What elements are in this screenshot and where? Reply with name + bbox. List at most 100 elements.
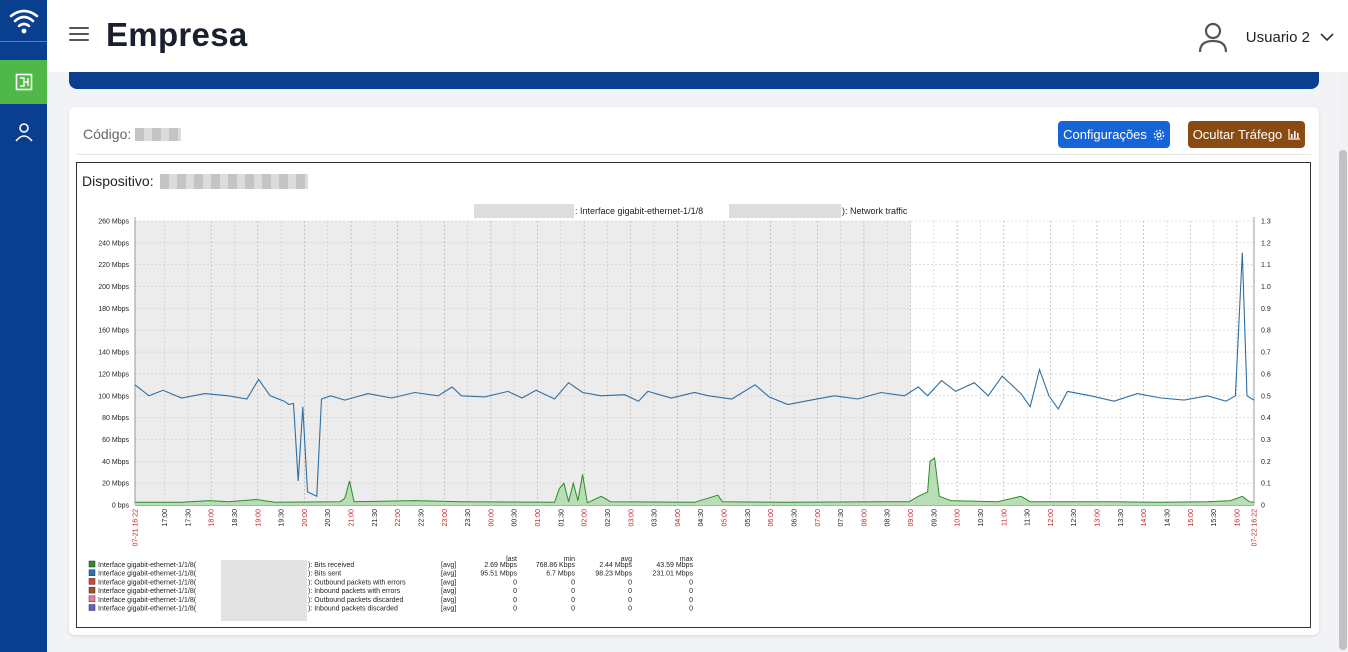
sidebar-item-network[interactable] xyxy=(0,60,47,104)
x-tick-label: 04:00 xyxy=(675,509,682,527)
x-tick-label: 14:30 xyxy=(1164,509,1171,527)
legend-swatch xyxy=(88,604,96,611)
user-menu[interactable]: Usuario 2 xyxy=(1198,20,1334,54)
gear-icon xyxy=(1153,129,1165,140)
network-traffic-chart: : Interface gigabit-ethernet-1/1/8): Net… xyxy=(88,204,1271,621)
redacted-legend-ids xyxy=(221,560,307,621)
y2-tick-label: 0.4 xyxy=(1261,415,1271,422)
legend-min: 0 xyxy=(571,588,575,595)
chart-title-end: ): Network traffic xyxy=(842,206,908,216)
legend-avg: 0 xyxy=(628,579,632,586)
legend-avg: 98.23 Mbps xyxy=(595,571,632,578)
legend-swatch xyxy=(88,586,96,594)
legend-avg: 0 xyxy=(628,597,632,604)
legend-last: 0 xyxy=(513,579,517,586)
legend-avg: 0 xyxy=(628,588,632,595)
x-tick-label: 07-22 16:22 xyxy=(1252,509,1259,546)
legend-suffix: ): Inbound packets with errors xyxy=(308,588,401,595)
legend-suffix: ): Outbound packets with errors xyxy=(308,579,406,586)
x-tick-label: 12:00 xyxy=(1048,509,1055,527)
x-tick-label: 01:00 xyxy=(535,509,542,527)
configuracoes-label: Configurações xyxy=(1063,127,1147,142)
bar-chart-icon xyxy=(1288,129,1301,140)
y-tick-label: 0 bps xyxy=(112,503,130,510)
y2-tick-label: 0.8 xyxy=(1261,328,1271,335)
user-icon xyxy=(14,123,33,142)
device-graph-box: Dispositivo: : Interface gigabit-etherne… xyxy=(76,162,1311,628)
x-tick-label: 02:30 xyxy=(605,509,612,527)
menu-toggle-icon[interactable] xyxy=(69,27,89,43)
y2-tick-label: 0.6 xyxy=(1261,371,1271,378)
x-tick-label: 17:30 xyxy=(185,509,192,527)
x-tick-label: 09:00 xyxy=(908,509,915,527)
x-tick-label: 16:00 xyxy=(1234,509,1241,527)
legend-min: 768.86 Kbps xyxy=(536,562,576,569)
y2-tick-label: 1.2 xyxy=(1261,240,1271,247)
sidebar-item-user[interactable] xyxy=(0,110,47,154)
top-header: Empresa Usuario 2 xyxy=(47,0,1348,72)
y-tick-label: 260 Mbps xyxy=(98,219,129,226)
legend-last: 95.51 Mbps xyxy=(480,571,517,578)
legend-min: 0 xyxy=(571,606,575,613)
legend-avg: 2.44 Mbps xyxy=(599,562,632,569)
y-tick-label: 220 Mbps xyxy=(98,262,129,269)
x-tick-label: 02:00 xyxy=(582,509,589,527)
logo[interactable] xyxy=(0,0,47,42)
x-tick-label: 00:30 xyxy=(512,509,519,527)
legend-last: 2.69 Mbps xyxy=(484,562,517,569)
network-board-icon xyxy=(15,73,32,91)
configuracoes-button[interactable]: Configurações xyxy=(1058,121,1170,148)
x-tick-label: 03:00 xyxy=(628,509,635,527)
x-tick-label: 11:30 xyxy=(1025,509,1032,526)
legend-min: 0 xyxy=(571,597,575,604)
x-tick-label: 05:30 xyxy=(745,509,752,527)
x-tick-label: 15:30 xyxy=(1211,509,1218,527)
legend-last: 0 xyxy=(513,588,517,595)
legend-suffix: ): Bits received xyxy=(308,562,354,569)
x-tick-label: 05:00 xyxy=(722,509,729,527)
chevron-down-icon xyxy=(1320,33,1334,42)
y2-tick-label: 1.0 xyxy=(1261,284,1271,291)
legend-agg: [avg] xyxy=(441,571,456,578)
y-tick-label: 40 Mbps xyxy=(102,459,129,466)
y2-tick-label: 1.1 xyxy=(1261,262,1271,269)
page-scrollbar[interactable] xyxy=(1338,72,1348,652)
x-tick-label: 22:30 xyxy=(418,509,425,527)
legend-label: Interface gigabit-ethernet-1/1/8( xyxy=(98,571,197,578)
x-tick-label: 07:00 xyxy=(815,509,822,527)
y2-tick-label: 0 xyxy=(1261,503,1265,510)
x-tick-label: 21:30 xyxy=(372,509,379,527)
x-tick-label: 23:30 xyxy=(465,509,472,527)
legend-agg: [avg] xyxy=(441,579,456,586)
legend-swatch xyxy=(88,560,96,568)
x-tick-label: 09:30 xyxy=(931,509,938,527)
divider xyxy=(77,154,1311,155)
legend-swatch xyxy=(88,569,96,576)
x-tick-label: 13:30 xyxy=(1118,509,1125,527)
device-card: Código: Configurações Ocultar Tráfego Di… xyxy=(69,107,1319,635)
ocultar-trafego-button[interactable]: Ocultar Tráfego xyxy=(1188,121,1305,148)
scrollbar-thumb[interactable] xyxy=(1339,150,1347,650)
y2-tick-label: 0.9 xyxy=(1261,306,1271,313)
y2-tick-label: 0.7 xyxy=(1261,350,1271,357)
y-tick-label: 80 Mbps xyxy=(102,415,129,422)
legend-min: 6.7 Mbps xyxy=(546,571,575,578)
legend-agg: [avg] xyxy=(441,597,456,604)
legend-swatch xyxy=(88,595,96,603)
x-tick-label: 10:00 xyxy=(955,509,962,527)
legend-label: Interface gigabit-ethernet-1/1/8( xyxy=(98,597,197,604)
x-tick-label: 07:30 xyxy=(838,509,845,527)
legend-agg: [avg] xyxy=(441,562,456,569)
legend-label: Interface gigabit-ethernet-1/1/8( xyxy=(98,588,197,595)
y2-tick-label: 0.3 xyxy=(1261,437,1271,444)
codigo-row: Código: xyxy=(83,126,182,142)
legend-suffix: ): Bits sent xyxy=(308,571,341,578)
redacted-title-id xyxy=(729,204,841,218)
y-tick-label: 60 Mbps xyxy=(102,437,129,444)
y2-tick-label: 0.1 xyxy=(1261,481,1271,488)
y-tick-label: 160 Mbps xyxy=(98,328,129,335)
page-title: Empresa xyxy=(106,16,248,53)
y-tick-label: 120 Mbps xyxy=(98,371,129,378)
x-tick-label: 20:30 xyxy=(325,509,332,527)
legend-max: 43.59 Mbps xyxy=(656,562,693,569)
